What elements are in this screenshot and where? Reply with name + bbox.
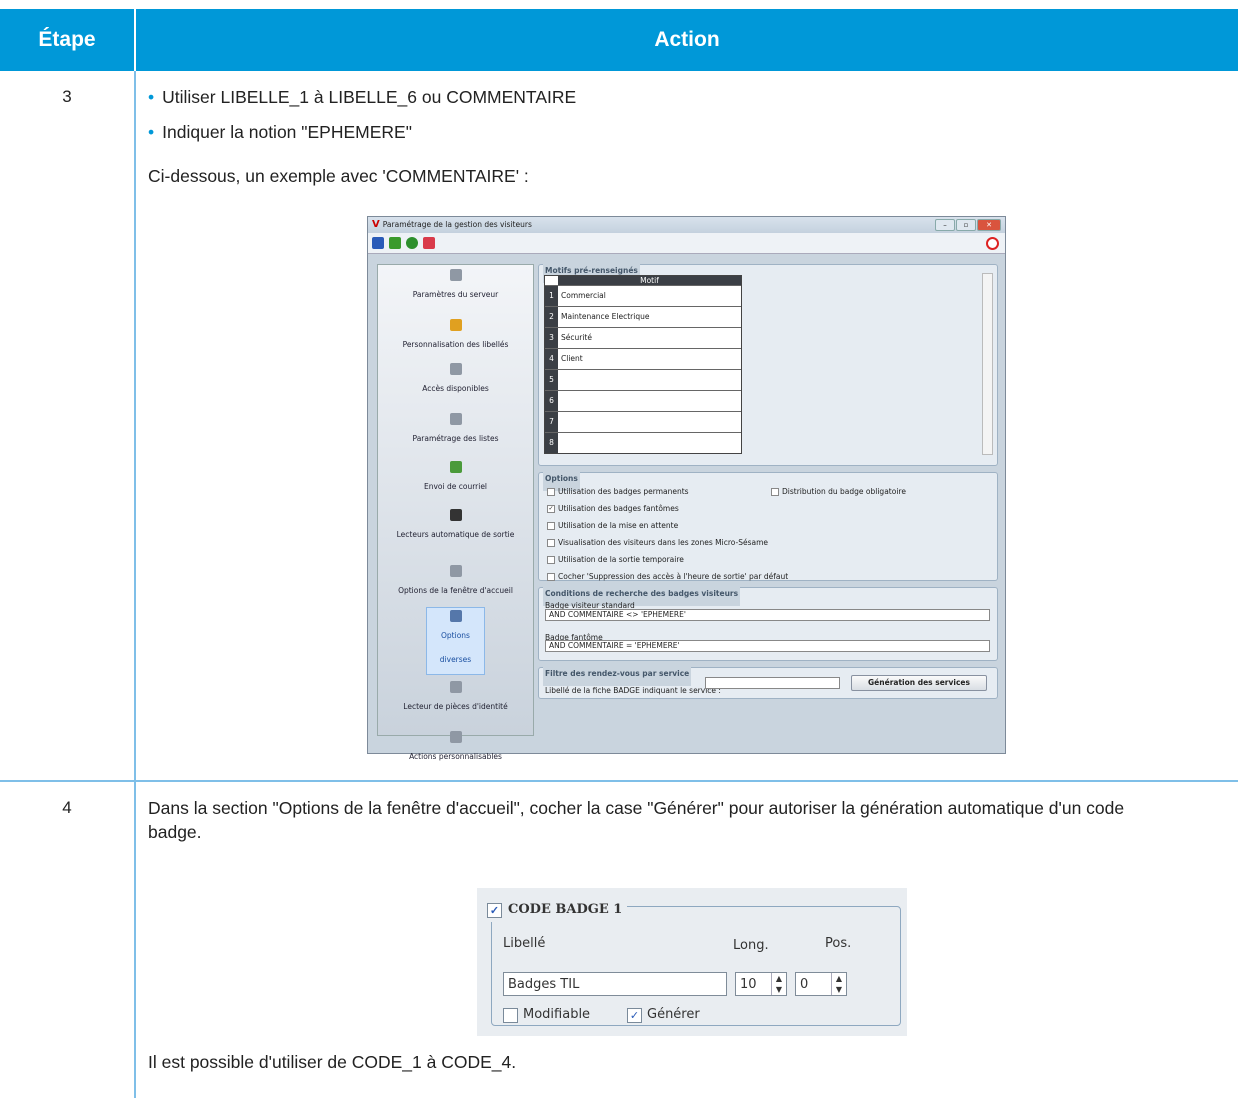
intro-text: Ci-dessous, un exemple avec 'COMMENTAIRE… [148, 166, 529, 186]
generer-checkbox[interactable]: ✓ [627, 1007, 642, 1023]
code-badge-screenshot: ✓ CODE BADGE 1 Libellé Long. Pos. Badges… [477, 888, 907, 1036]
minimize-icon[interactable]: – [935, 219, 955, 231]
sidebar-item-welcome[interactable]: Options de la fenêtre d'accueil [378, 565, 533, 603]
long-stepper[interactable]: 10 ▲ ▼ [735, 972, 787, 996]
stepper-arrows-icon[interactable]: ▲ ▼ [831, 973, 846, 995]
table-row[interactable]: 5 [545, 369, 741, 390]
access-icon [449, 363, 462, 375]
app-window-screenshot: V Paramétrage de la gestion des visiteur… [367, 216, 1006, 761]
code-badge-checkbox[interactable]: ✓ [487, 902, 502, 918]
long-label: Long. [733, 938, 769, 953]
action-cell: Dans la section "Options de la fenêtre d… [135, 781, 1238, 1098]
motifs-grid: Motif 1 Commercial 2 Maintenance Electriqu… [544, 275, 742, 454]
filter-label: Libellé de la fiche BADGE indiquant le s… [545, 686, 721, 695]
scrollbar[interactable] [982, 273, 993, 455]
header-step: Étape [0, 9, 136, 71]
list-item: • Indiquer la notion "EPHEMERE" [148, 122, 412, 142]
conditions-group: Conditions de recherche des badges visit… [538, 582, 998, 661]
header-action: Action [135, 9, 1238, 71]
checkbox[interactable] [547, 522, 555, 530]
window-title: Paramétrage de la gestion des visiteurs [382, 220, 532, 229]
pencil-icon [449, 319, 462, 331]
libelle-label: Libellé [503, 936, 546, 951]
list-item: • Utiliser LIBELLE_1 à LIBELLE_6 ou COMME… [148, 87, 577, 107]
sidebar-item-readers[interactable]: Lecteurs automatique de sortie [378, 509, 533, 547]
play-icon[interactable] [406, 237, 418, 249]
option-item[interactable]: Distribution du badge obligatoire [771, 480, 906, 504]
checkbox[interactable] [547, 573, 555, 581]
save-icon[interactable] [372, 237, 384, 249]
camera-icon[interactable] [423, 237, 435, 249]
tools-icon [449, 610, 462, 622]
filter-group: Filtre des rendez-vous par service Libel… [538, 662, 998, 699]
mail-icon [449, 461, 462, 473]
app-logo-icon: V [372, 219, 380, 230]
code-badge-title: ✓ CODE BADGE 1 [487, 898, 628, 922]
motif-header: Motif [558, 276, 741, 285]
tools-icon [449, 565, 462, 577]
sidebar-item-access[interactable]: Accès disponibles [378, 363, 533, 401]
generate-services-button[interactable]: Génération des services [851, 675, 987, 691]
tools-icon [449, 413, 462, 425]
table-row[interactable]: 3 Sécurité [545, 327, 741, 348]
pos-stepper[interactable]: 0 ▲ ▼ [795, 972, 847, 996]
action-cell: • Utiliser LIBELLE_1 à LIBELLE_6 ou COMME… [135, 71, 1238, 782]
checkbox[interactable] [771, 488, 779, 496]
table-row[interactable]: 4 Client [545, 348, 741, 369]
modifiable-checkbox[interactable] [503, 1007, 518, 1023]
step4-text: Dans la section "Options de la fenêtre d… [148, 798, 1125, 842]
download-icon[interactable] [389, 237, 401, 249]
footer-text: Il est possible d'utiliser de CODE_1 à C… [148, 1052, 517, 1072]
close-icon[interactable]: ✕ [977, 219, 1001, 231]
checkbox[interactable]: ✓ [547, 505, 555, 513]
stepper-arrows-icon[interactable]: ▲ ▼ [771, 973, 786, 995]
sidebar-item-misc[interactable]: Options diverses [426, 607, 485, 675]
sidebar-item-lists[interactable]: Paramétrage des listes [378, 413, 533, 451]
modifiable-option[interactable]: Modifiable [503, 1003, 590, 1027]
power-icon[interactable] [986, 236, 999, 250]
table-row[interactable]: 7 [545, 411, 741, 432]
libelle-input[interactable]: Badges TIL [503, 972, 727, 996]
badge-std-input[interactable]: AND COMMENTAIRE <> 'EPHEMERE' [545, 609, 990, 621]
sidebar-item-server[interactable]: Paramètres du serveur [378, 269, 533, 307]
sidebar-item-labels[interactable]: Personnalisation des libellés [378, 319, 533, 357]
bullet-list: • Utiliser LIBELLE_1 à LIBELLE_6 ou COMME… [148, 85, 1238, 144]
table-row[interactable]: 6 [545, 390, 741, 411]
sidebar-item-id-reader[interactable]: Lecteur de pièces d'identité [378, 681, 533, 719]
sidebar: Paramètres du serveur Personnalisation d… [377, 264, 534, 761]
step-number: 3 [0, 71, 136, 782]
sidebar-item-actions[interactable]: Actions personnalisables [378, 731, 533, 769]
table-row[interactable]: 8 [545, 432, 741, 453]
badge-ghost-input[interactable]: AND COMMENTAIRE = 'EPHEMERE' [545, 640, 990, 652]
pos-label: Pos. [825, 936, 852, 951]
service-select[interactable] [705, 677, 840, 689]
tools-icon [449, 731, 462, 743]
sidebar-item-mail[interactable]: Envoi de courriel [378, 461, 533, 499]
table-row[interactable]: 2 Maintenance Electrique [545, 306, 741, 327]
table-row[interactable]: 1 Commercial [545, 285, 741, 306]
tools-icon [449, 681, 462, 693]
server-icon [449, 269, 462, 281]
motifs-group: Motifs pré-renseignés Motif 1 Commercial … [538, 259, 998, 466]
title-bar: V Paramétrage de la gestion des visiteur… [368, 217, 1005, 233]
generer-option[interactable]: ✓ Générer [627, 1003, 700, 1027]
maximize-icon[interactable]: ▫ [956, 219, 976, 231]
reader-icon [449, 509, 462, 521]
checkbox[interactable] [547, 556, 555, 564]
checkbox[interactable] [547, 488, 555, 496]
step-number: 4 [0, 781, 136, 1098]
checkbox[interactable] [547, 539, 555, 547]
options-group: Options Utilisation des badges permanent… [538, 467, 998, 581]
steps-table: Étape Action 3 • Utiliser LIBELLE_1 à LIB… [0, 9, 1238, 1098]
